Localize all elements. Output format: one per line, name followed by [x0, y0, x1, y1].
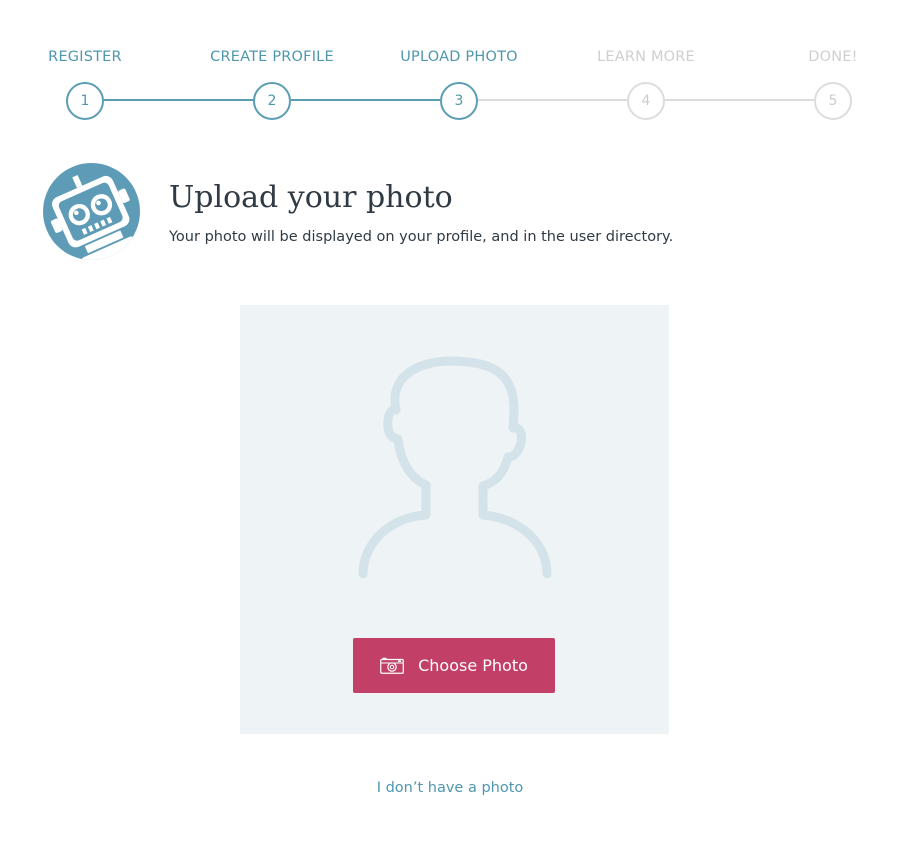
step-number: 5 [814, 82, 852, 120]
person-silhouette-icon [358, 356, 552, 579]
no-photo-link[interactable]: I don’t have a photo [0, 778, 900, 798]
camera-icon [380, 657, 404, 674]
page-subtitle: Your photo will be displayed on your pro… [169, 229, 674, 245]
step-number: 2 [253, 82, 291, 120]
choose-photo-label: Choose Photo [418, 655, 528, 675]
step-label: REGISTER [48, 49, 122, 65]
step-label: UPLOAD PHOTO [400, 49, 518, 65]
step-done: DONE! 5 [753, 46, 908, 120]
step-upload-photo: UPLOAD PHOTO 3 [379, 46, 539, 120]
step-label: DONE! [808, 49, 858, 65]
progress-stepper: REGISTER 1 CREATE PROFILE 2 UPLOAD PHOTO… [0, 0, 908, 130]
step-label: CREATE PROFILE [210, 49, 334, 65]
step-number: 1 [66, 82, 104, 120]
page-title: Upload your photo [169, 180, 453, 215]
step-create-profile[interactable]: CREATE PROFILE 2 [192, 46, 352, 120]
step-learn-more: LEARN MORE 4 [566, 46, 726, 120]
robot-mascot-icon [43, 163, 140, 260]
step-number: 4 [627, 82, 665, 120]
step-number: 3 [440, 82, 478, 120]
step-label: LEARN MORE [597, 49, 695, 65]
step-register[interactable]: REGISTER 1 [5, 46, 165, 120]
photo-upload-area: Choose Photo [240, 305, 669, 734]
choose-photo-button[interactable]: Choose Photo [353, 638, 555, 693]
